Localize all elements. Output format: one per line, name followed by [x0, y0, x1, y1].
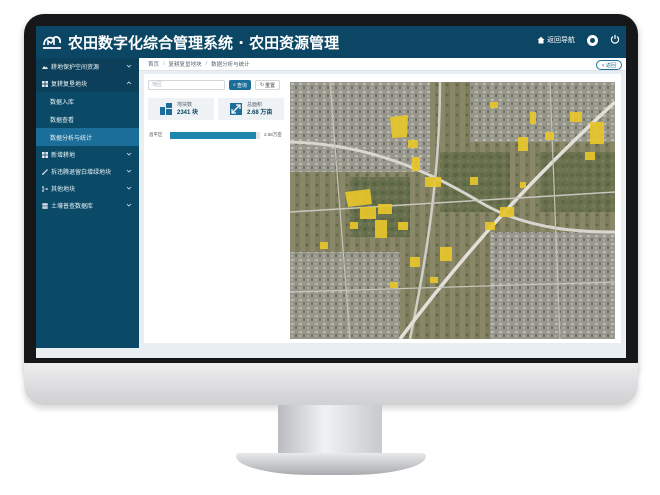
sidebar-item-soil-census-db[interactable]: 土壤普查数据库 [36, 197, 139, 214]
monitor-chin [24, 363, 638, 405]
district-label: 昌平区 [149, 132, 163, 137]
breadcrumb-reclamation[interactable]: 复耕复垦地块 [169, 60, 202, 68]
sidebar-subitem-data-view[interactable]: 数据查看 [36, 110, 139, 128]
monitor-stand-base [236, 453, 426, 475]
reset-button[interactable]: ↻ 重置 [254, 80, 281, 90]
content-panel: ⌕ 查询 ↻ 重置 地块数 2341 块 [144, 74, 621, 343]
blocks-icon [160, 103, 172, 115]
total-area-text: 总面积 2.68 万亩 [247, 101, 273, 116]
search-icon: ⌕ [233, 82, 236, 88]
sidebar-item-label: 新增耕地 [51, 153, 76, 159]
grid-icon [42, 151, 48, 158]
total-area-card: 总面积 2.68 万亩 [218, 98, 284, 120]
app-title: 农田数字化综合管理系统 · 农田资源管理 [68, 33, 340, 52]
district-bar-row: 昌平区 2.68万亩 [149, 131, 284, 139]
chevron-down-icon [126, 203, 132, 207]
plot-count-text: 地块数 2341 块 [177, 101, 199, 116]
chevron-down-icon [126, 186, 132, 190]
branch-icon [42, 185, 48, 192]
total-area-value: 2.68 万亩 [247, 109, 273, 116]
reset-button-label: 重置 [265, 82, 276, 89]
breadcrumb-home[interactable]: 首页 [148, 60, 159, 68]
sidebar-item-farmland-protection[interactable]: 耕地保护空间资源 [36, 58, 139, 75]
breadcrumb: 首页 / 复耕复垦地块 / 数据分析与统计 < 返回 [139, 58, 626, 71]
breadcrumb-separator: / [205, 61, 208, 67]
chevron-up-icon [126, 81, 132, 85]
paint-icon [42, 168, 48, 175]
logout-button[interactable] [610, 34, 620, 46]
sidebar-item-label: 复耕复垦地块 [51, 82, 88, 88]
grid-icon [42, 80, 48, 87]
screen-footer [36, 348, 626, 358]
query-button[interactable]: ⌕ 查询 [229, 80, 251, 90]
plot-count-label: 地块数 [177, 101, 193, 108]
search-row: ⌕ 查询 ↻ 重置 [148, 80, 281, 90]
app-header: 农田数字化综合管理系统 · 农田资源管理 [42, 31, 339, 53]
home-nav-link[interactable]: 返回导航 [537, 35, 575, 45]
sidebar-item-label: 耕地保护空间资源 [51, 65, 100, 71]
user-icon [590, 37, 595, 43]
back-button[interactable]: < 返回 [595, 60, 622, 70]
district-bar-fill[interactable] [170, 131, 256, 139]
satellite-map[interactable] [290, 82, 615, 339]
area-icon [230, 103, 242, 115]
plot-count-card: 地块数 2341 块 [148, 98, 214, 120]
district-bar-track [170, 131, 260, 139]
sidebar-item-reclamation-plots[interactable]: 复耕复垦地块 [36, 75, 139, 92]
sidebar-item-demolition-greening[interactable]: 拆违腾退留白增绿地块 [36, 163, 139, 180]
home-icon [537, 36, 545, 44]
refresh-icon: ↻ [259, 82, 265, 88]
chevron-down-icon [126, 169, 132, 173]
satellite-imagery [290, 82, 615, 339]
app-screen: 农田数字化综合管理系统 · 农田资源管理 返回导航 耕地保护空间资源 复耕复垦地… [36, 26, 626, 358]
database-icon [42, 202, 48, 209]
sidebar-item-other-plots[interactable]: 其他地块 [36, 180, 139, 197]
home-nav-label: 返回导航 [547, 37, 575, 44]
power-icon [610, 34, 620, 44]
district-bar-value: 2.68万亩 [264, 132, 282, 137]
landscape-icon [42, 65, 48, 69]
top-actions: 返回导航 [537, 34, 620, 46]
logo-icon [43, 36, 61, 49]
sidebar-item-label: 土壤普查数据库 [51, 204, 94, 210]
region-search-input[interactable] [148, 80, 225, 90]
chevron-down-icon [126, 64, 132, 68]
query-button-label: 查询 [236, 82, 247, 89]
user-avatar[interactable] [587, 34, 598, 46]
sidebar-item-new-farmland[interactable]: 新增耕地 [36, 146, 139, 163]
sidebar-subitem-data-import[interactable]: 数据入库 [36, 92, 139, 110]
sidebar-item-label: 其他地块 [51, 187, 76, 193]
sidebar-subitem-data-analysis[interactable]: 数据分析与统计 [36, 128, 139, 146]
breadcrumb-separator: / [163, 61, 165, 67]
top-bar: 农田数字化综合管理系统 · 农田资源管理 返回导航 [36, 26, 626, 58]
chevron-down-icon [126, 152, 132, 156]
total-area-label: 总面积 [247, 101, 263, 108]
breadcrumb-current: 数据分析与统计 [211, 62, 250, 68]
plot-count-value: 2341 块 [177, 109, 199, 116]
monitor-stand-neck [278, 405, 382, 457]
sidebar-item-label: 拆违腾退留白增绿地块 [51, 170, 112, 176]
sidebar: 耕地保护空间资源 复耕复垦地块 数据入库 数据查看 数据分析与统计 新增耕地 拆… [36, 58, 139, 358]
